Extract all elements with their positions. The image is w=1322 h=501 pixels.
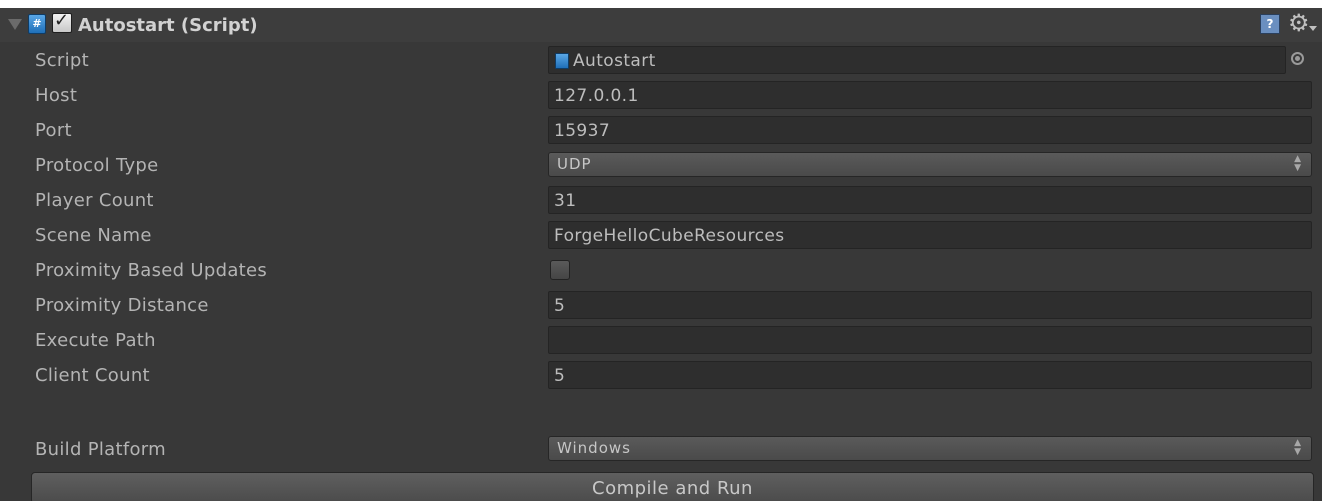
script-object-field[interactable]: Autostart — [548, 46, 1286, 74]
field-label: Player Count — [35, 190, 154, 211]
help-icon[interactable]: ? — [1260, 14, 1280, 34]
proximity-distance-value: 5 — [554, 296, 566, 316]
protocol-type-dropdown[interactable]: UDP ▲ ▼ — [548, 152, 1312, 177]
chevron-down-icon — [1309, 26, 1317, 31]
field-label: Proximity Based Updates — [35, 260, 268, 281]
component-title: Autostart (Script) — [78, 15, 258, 36]
field-row-scene-name: Scene Name ForgeHelloCubeResources — [0, 219, 1322, 251]
field-row-proximity-distance: Proximity Distance 5 — [0, 289, 1322, 321]
build-platform-value: Windows — [557, 439, 631, 457]
field-row-proximity-based-updates: Proximity Based Updates — [0, 254, 1322, 286]
port-input[interactable]: 15937 — [548, 116, 1312, 144]
protocol-type-value: UDP — [557, 155, 592, 173]
client-count-value: 5 — [554, 366, 566, 386]
execute-path-input[interactable] — [548, 326, 1312, 354]
field-row-protocol-type: Protocol Type UDP ▲ ▼ — [0, 149, 1322, 181]
field-label: Scene Name — [35, 225, 152, 246]
field-label: Execute Path — [35, 330, 156, 351]
field-row-build-platform: Build Platform Windows ▲ ▼ — [0, 433, 1322, 465]
scene-name-input[interactable]: ForgeHelloCubeResources — [548, 221, 1312, 249]
script-object-value: Autostart — [573, 51, 656, 71]
dropdown-arrows-icon: ▲ ▼ — [1294, 154, 1301, 173]
checkmark-icon: ✓ — [54, 10, 70, 31]
field-label: Host — [35, 85, 78, 106]
field-row-script: Script Autostart — [0, 44, 1322, 76]
component-header: # ✓ Autostart (Script) ? ⚙ — [0, 8, 1322, 42]
proximity-based-updates-checkbox[interactable] — [550, 260, 570, 280]
field-row-player-count: Player Count 31 — [0, 184, 1322, 216]
host-value: 127.0.0.1 — [554, 86, 639, 106]
player-count-value: 31 — [554, 191, 577, 211]
dropdown-arrows-icon: ▲ ▼ — [1294, 438, 1301, 457]
proximity-distance-input[interactable]: 5 — [548, 291, 1312, 319]
field-label: Script — [35, 50, 90, 71]
field-label: Protocol Type — [35, 155, 159, 176]
build-platform-dropdown[interactable]: Windows ▲ ▼ — [548, 436, 1312, 461]
port-value: 15937 — [554, 121, 611, 141]
field-label: Client Count — [35, 365, 150, 386]
compile-and-run-button[interactable]: Compile and Run — [31, 472, 1314, 501]
window-top-edge — [0, 0, 1322, 8]
field-label: Proximity Distance — [35, 295, 209, 316]
field-row-execute-path: Execute Path — [0, 324, 1322, 356]
field-row-port: Port 15937 — [0, 114, 1322, 146]
client-count-input[interactable]: 5 — [548, 361, 1312, 389]
player-count-input[interactable]: 31 — [548, 186, 1312, 214]
host-input[interactable]: 127.0.0.1 — [548, 81, 1312, 109]
field-row-client-count: Client Count 5 — [0, 359, 1322, 391]
csharp-script-icon — [555, 53, 569, 69]
scene-name-value: ForgeHelloCubeResources — [554, 226, 785, 246]
object-picker-icon[interactable] — [1291, 52, 1304, 65]
field-label: Build Platform — [35, 439, 167, 460]
gear-icon[interactable]: ⚙ — [1288, 9, 1310, 37]
field-row-host: Host 127.0.0.1 — [0, 79, 1322, 111]
foldout-arrow-icon[interactable] — [8, 19, 22, 30]
component-enabled-checkbox[interactable]: ✓ — [52, 10, 72, 33]
compile-and-run-label: Compile and Run — [592, 478, 753, 499]
csharp-script-icon: # — [28, 14, 46, 34]
field-label: Port — [35, 120, 72, 141]
